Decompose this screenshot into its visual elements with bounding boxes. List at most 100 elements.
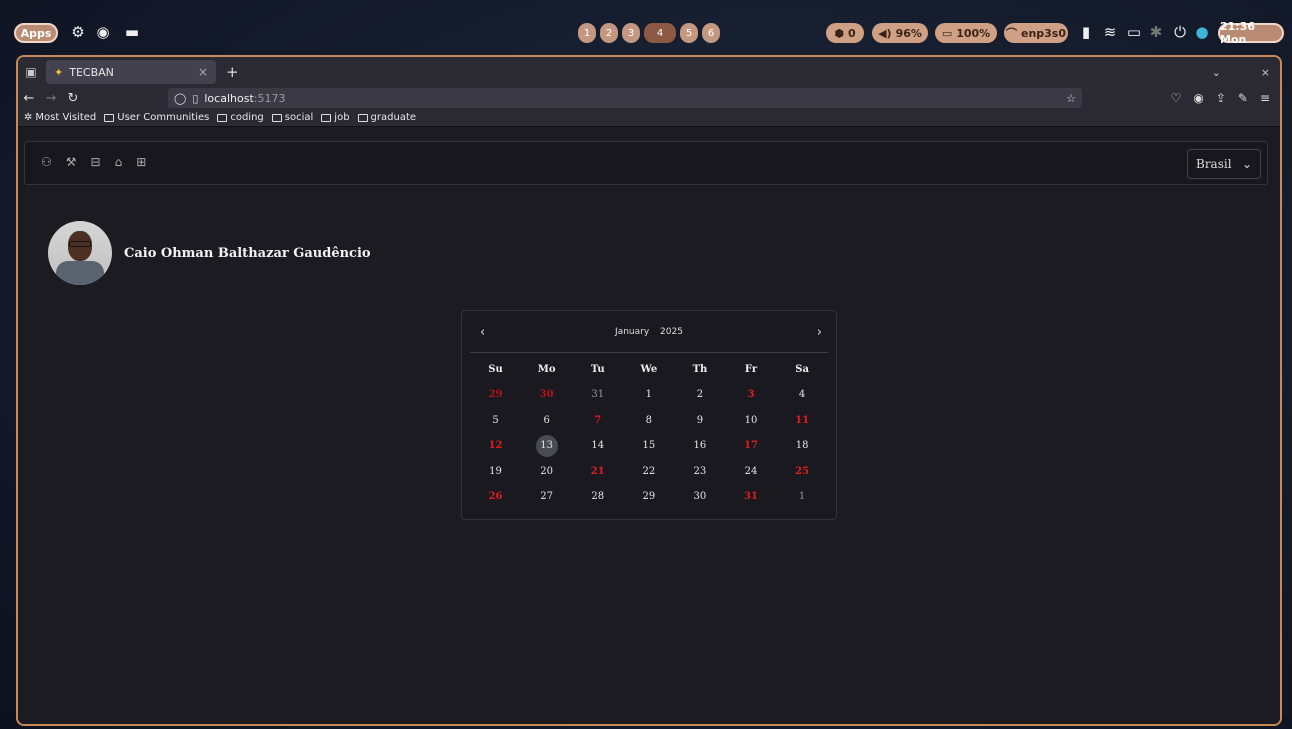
folder-open-icon[interactable]: ▬ <box>122 22 142 42</box>
extensions-icon[interactable]: ⇪ <box>1216 91 1226 105</box>
clock[interactable]: 21:36 Mon <box>1218 20 1284 46</box>
calendar-day[interactable]: 18 <box>777 435 828 457</box>
forward-icon[interactable]: → <box>40 91 62 106</box>
workspace-1[interactable]: 1 <box>578 23 596 43</box>
layers-icon[interactable]: ≋ <box>1100 22 1120 42</box>
tab-list-icon[interactable]: ▣ <box>18 57 44 87</box>
calendar-day[interactable]: 26 <box>470 486 521 508</box>
briefcase-icon[interactable]: ⊟ <box>91 155 101 169</box>
calendar-day[interactable]: 20 <box>521 461 572 483</box>
page-icon: ▯ <box>192 91 199 105</box>
calendar-day[interactable]: 29 <box>470 384 521 406</box>
addon-icon[interactable]: ✎ <box>1238 91 1248 105</box>
calendar-day[interactable]: 16 <box>674 435 725 457</box>
calendar-day[interactable]: 25 <box>777 461 828 483</box>
close-tab-icon[interactable]: × <box>198 65 208 79</box>
workspace-5[interactable]: 5 <box>680 23 698 43</box>
calendar-day[interactable]: 7 <box>572 410 623 432</box>
workspace-6[interactable]: 6 <box>702 23 720 43</box>
system-bar: Apps ⚙ ◉ ▬ 1 2 3 4 5 6 ⬢ 0 ◀) 96% ▭ 100%… <box>0 0 1292 54</box>
calendar-week: 26 27 28 29 30 31 1 <box>470 485 828 511</box>
calendar-day[interactable]: 3 <box>725 384 776 406</box>
calendar-day[interactable]: 11 <box>777 410 828 432</box>
bookmark-star-icon[interactable]: ☆ <box>1066 92 1076 105</box>
user-icon[interactable]: ⚇ <box>41 155 52 169</box>
car-icon[interactable]: ⊞ <box>136 155 146 169</box>
weekday-header: We <box>640 363 658 375</box>
network-indicator[interactable]: ⌒ enp3s0 <box>1004 23 1068 43</box>
workspace-3[interactable]: 3 <box>622 23 640 43</box>
bluetooth-icon[interactable]: ✱ <box>1146 22 1166 42</box>
calendar-day[interactable]: 21 <box>572 461 623 483</box>
back-icon[interactable]: ← <box>18 91 40 106</box>
chevron-down-icon[interactable]: ⌄ <box>1212 66 1221 79</box>
chrome-icon[interactable]: ◉ <box>93 22 113 42</box>
new-tab-icon[interactable]: + <box>226 63 239 81</box>
reload-icon[interactable]: ↻ <box>62 91 84 106</box>
openai-icon[interactable]: ⚙ <box>68 22 88 42</box>
chevron-right-icon[interactable]: › <box>817 325 822 340</box>
speaker-icon: ◀) <box>878 26 892 40</box>
calendar-day[interactable]: 19 <box>470 461 521 483</box>
calendar-day[interactable]: 8 <box>623 410 674 432</box>
calendar-day[interactable]: 12 <box>470 435 521 457</box>
calendar-day[interactable]: 1 <box>777 486 828 508</box>
battery-icon: ▭ <box>941 26 953 40</box>
bookmark-coding[interactable]: coding <box>217 112 264 123</box>
apps-button[interactable]: Apps <box>14 23 58 43</box>
calendar-day[interactable]: 4 <box>777 384 828 406</box>
calendar-day[interactable]: 24 <box>725 461 776 483</box>
status-circle-icon[interactable]: ● <box>1192 22 1212 42</box>
calendar-day[interactable]: 14 <box>572 435 623 457</box>
updates-indicator[interactable]: ⬢ 0 <box>826 23 864 43</box>
bookmark-social[interactable]: social <box>271 112 313 123</box>
bookmark-user-communities[interactable]: User Communities <box>104 112 209 123</box>
volume-indicator[interactable]: ◀) 96% <box>872 23 928 43</box>
account-icon[interactable]: ◉ <box>1193 91 1203 105</box>
bookmark-graduate[interactable]: graduate <box>357 112 416 123</box>
calendar-day[interactable]: 22 <box>623 461 674 483</box>
tab-tecban[interactable]: ✦ TECBAN × <box>46 60 216 84</box>
menu-icon[interactable]: ≡ <box>1260 91 1270 105</box>
calendar-day[interactable]: 31 <box>725 486 776 508</box>
calendar-day[interactable]: 28 <box>572 486 623 508</box>
calendar-day-today[interactable]: 13 <box>521 435 572 458</box>
workspace-4[interactable]: 4 <box>644 23 676 43</box>
calendar-day[interactable]: 27 <box>521 486 572 508</box>
close-window-icon[interactable]: × <box>1261 66 1270 79</box>
calendar-day[interactable]: 30 <box>521 384 572 406</box>
calendar-day[interactable]: 17 <box>725 435 776 457</box>
folder-icon <box>104 113 115 122</box>
calendar-day[interactable]: 30 <box>674 486 725 508</box>
bank-icon[interactable]: ⌂ <box>115 155 123 169</box>
bookmark-job[interactable]: job <box>321 112 350 123</box>
wrench-icon[interactable]: ⚒ <box>66 155 77 169</box>
equalizer-icon[interactable]: ▮ <box>1076 22 1096 42</box>
calendar-day[interactable]: 9 <box>674 410 725 432</box>
calendar-day[interactable]: 6 <box>521 410 572 432</box>
url-bar[interactable]: ◯ ▯ localhost :5173 ☆ <box>168 88 1082 108</box>
country-select[interactable]: Brasil ⌄ <box>1187 149 1261 179</box>
calendar-day[interactable]: 29 <box>623 486 674 508</box>
power-icon[interactable]: ⏻ <box>1170 22 1190 42</box>
calendar-day[interactable]: 23 <box>674 461 725 483</box>
url-port: :5173 <box>253 91 286 105</box>
bookmark-most-visited[interactable]: ✲ Most Visited <box>24 112 96 123</box>
battery-indicator[interactable]: ▭ 100% <box>935 23 997 43</box>
weekday-header: Mo <box>537 363 556 375</box>
workspace-2[interactable]: 2 <box>600 23 618 43</box>
calendar-day[interactable]: 15 <box>623 435 674 457</box>
chevron-left-icon[interactable]: ‹ <box>480 325 485 340</box>
window-icon[interactable]: ▭ <box>1124 22 1144 42</box>
calendar-day[interactable]: 31 <box>572 384 623 406</box>
calendar-day[interactable]: 2 <box>674 384 725 406</box>
calendar-year[interactable]: 2025 <box>660 327 683 337</box>
calendar-day[interactable]: 1 <box>623 384 674 406</box>
profile-name: Caio Ohman Balthazar Gaudêncio <box>124 245 371 261</box>
calendar-day[interactable]: 5 <box>470 410 521 432</box>
calendar-month[interactable]: January <box>615 327 649 337</box>
calendar-day[interactable]: 10 <box>725 410 776 432</box>
calendar-week: 12 13 14 15 16 17 18 <box>470 434 828 460</box>
pocket-icon[interactable]: ♡ <box>1171 91 1182 105</box>
calendar-grid: Su Mo Tu We Th Fr Sa 29 30 31 1 2 3 4 5 6 7 8 9 10 11 12 13 14… <box>470 357 828 510</box>
